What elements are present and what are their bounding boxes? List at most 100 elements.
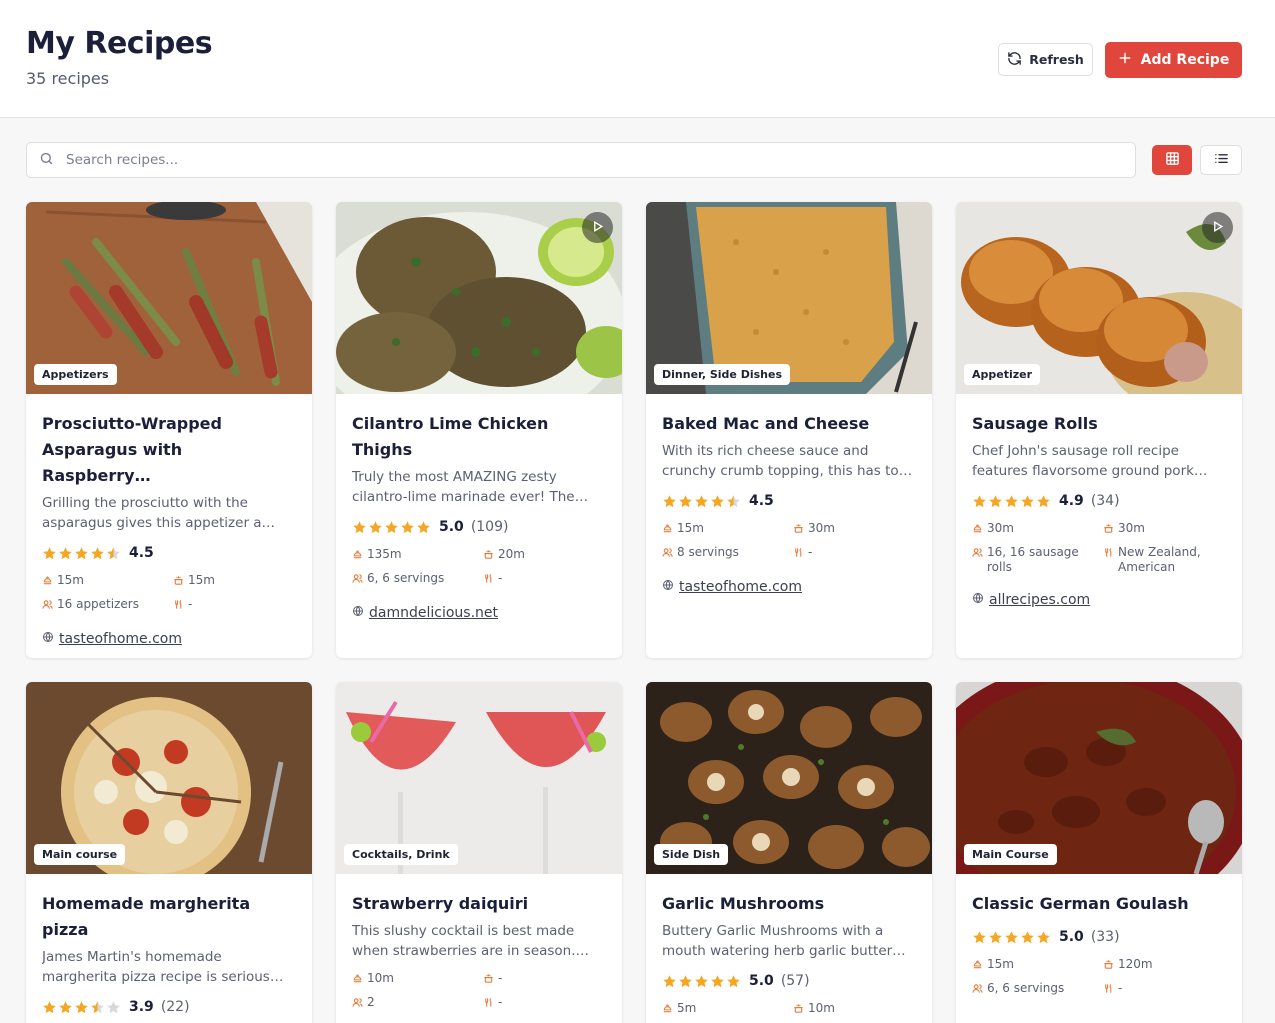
cook-time-icon: [483, 971, 494, 988]
refresh-label: Refresh: [1029, 52, 1084, 67]
play-icon: [1211, 218, 1224, 237]
rating-row: 4.5: [42, 543, 296, 563]
source-link[interactable]: damndelicious.net: [369, 605, 498, 621]
servings-icon: [662, 545, 673, 562]
recipe-card[interactable]: Appetizer Sausage Rolls Chef John's sausag…: [956, 202, 1242, 658]
recipe-image: Main course: [26, 682, 312, 887]
servings-icon: [352, 995, 363, 1012]
recipe-card[interactable]: Side Dish Garlic Mushrooms Buttery Garlic …: [646, 682, 932, 1023]
servings: 16 appetizers: [42, 597, 173, 614]
cuisine: -: [483, 995, 613, 1012]
recipe-description: James Martin's homemade margherita pizza …: [42, 949, 284, 985]
recipe-card[interactable]: Cocktails, Drink Strawberry daiquiri This …: [336, 682, 622, 1023]
star-icon: [75, 546, 88, 559]
recipe-meta: 5m 10m: [662, 1001, 916, 1018]
prep-time: 5m: [662, 1001, 793, 1018]
servings-icon: [352, 571, 363, 588]
star-icon: [1021, 494, 1034, 507]
recipe-title[interactable]: Cilantro Lime Chicken Thighs: [352, 411, 606, 463]
star-icon: [989, 930, 1002, 943]
play-video-button[interactable]: [582, 212, 613, 243]
prep-time-icon: [972, 957, 983, 974]
add-recipe-button[interactable]: Add Recipe: [1105, 42, 1242, 78]
rating-row: 4.9 (34): [972, 491, 1226, 511]
star-rating: [42, 546, 121, 561]
star-icon: [353, 520, 366, 533]
recipe-card[interactable]: Main course Homemade margherita pizza Jame…: [26, 682, 312, 1023]
recipe-title[interactable]: Garlic Mushrooms: [662, 891, 916, 917]
servings: 8 servings: [662, 545, 793, 562]
star-icon: [91, 1000, 104, 1013]
servings: 6, 6 servings: [972, 981, 1103, 998]
category-badge: Appetizer: [964, 364, 1041, 385]
prep-time-icon: [42, 573, 53, 590]
globe-icon: [42, 631, 54, 647]
star-icon: [1005, 930, 1018, 943]
recipe-source: tasteofhome.com: [42, 631, 296, 647]
recipe-title[interactable]: Baked Mac and Cheese: [662, 411, 916, 437]
star-icon: [711, 494, 724, 507]
play-video-button[interactable]: [1202, 212, 1233, 243]
star-icon: [43, 1000, 56, 1013]
list-view-toggle[interactable]: [1200, 145, 1242, 175]
recipe-title[interactable]: Strawberry daiquiri: [352, 891, 606, 917]
source-link[interactable]: tasteofhome.com: [59, 631, 182, 647]
category-badge: Dinner, Side Dishes: [654, 364, 790, 385]
review-count: (34): [1090, 493, 1120, 509]
cuisine-icon: [483, 571, 494, 588]
prep-time-icon: [662, 1001, 673, 1018]
star-icon: [369, 520, 382, 533]
recipe-description: Grilling the prosciutto with the asparagu…: [42, 495, 276, 531]
cook-time-icon: [793, 521, 804, 538]
cook-time-icon: [1103, 957, 1114, 974]
recipe-image: Dinner, Side Dishes: [646, 202, 932, 394]
recipe-card[interactable]: Dinner, Side Dishes Baked Mac and Cheese W…: [646, 202, 932, 658]
recipe-title[interactable]: Homemade margherita pizza: [42, 891, 296, 943]
rating-row: 5.0 (57): [662, 971, 916, 991]
star-icon: [695, 494, 708, 507]
servings-icon: [972, 545, 983, 562]
category-badge: Main course: [34, 844, 126, 865]
recipe-title[interactable]: Prosciutto-Wrapped Asparagus with Raspber…: [42, 411, 296, 489]
cuisine: -: [793, 545, 923, 562]
recipe-meta: 15m 15m 16 appetizers -: [42, 573, 296, 614]
servings: 6, 6 servings: [352, 571, 483, 588]
refresh-button[interactable]: Refresh: [998, 43, 1093, 76]
recipe-image: [336, 202, 622, 432]
source-link[interactable]: tasteofhome.com: [679, 579, 802, 595]
prep-time-icon: [352, 547, 363, 564]
star-icon: [385, 520, 398, 533]
recipe-source: tasteofhome.com: [662, 579, 916, 595]
category-badge: Cocktails, Drink: [344, 844, 458, 865]
recipe-card[interactable]: Appetizers Prosciutto-Wrapped Asparagus wi…: [26, 202, 312, 658]
recipe-card[interactable]: Cilantro Lime Chicken Thighs Truly the mo…: [336, 202, 622, 658]
star-icon: [695, 974, 708, 987]
cuisine: -: [173, 597, 303, 614]
cuisine: New Zealand, American: [1103, 545, 1233, 575]
recipe-image: Main Course: [956, 682, 1242, 922]
source-link[interactable]: allrecipes.com: [989, 592, 1090, 608]
cook-time-icon: [793, 1001, 804, 1018]
search-bar[interactable]: [26, 142, 1136, 178]
star-icon: [679, 974, 692, 987]
star-rating: [662, 494, 741, 509]
grid-view-toggle[interactable]: [1152, 145, 1192, 175]
recipe-title[interactable]: Sausage Rolls: [972, 411, 1226, 437]
cuisine-icon: [173, 597, 184, 614]
recipe-card[interactable]: Main Course Classic German Goulash 5.0 (33…: [956, 682, 1242, 1023]
star-icon: [679, 494, 692, 507]
page-header: My Recipes 35 recipes Refresh Add Recipe: [0, 0, 1275, 118]
star-icon: [401, 520, 414, 533]
rating-value: 4.5: [129, 545, 154, 561]
search-input[interactable]: [66, 152, 966, 168]
star-icon: [1037, 930, 1050, 943]
rating-value: 5.0: [749, 973, 774, 989]
rating-value: 4.9: [1059, 493, 1084, 509]
prep-time-icon: [662, 521, 673, 538]
recipe-title[interactable]: Classic German Goulash: [972, 891, 1226, 917]
globe-icon: [972, 592, 984, 608]
recipe-image: Cocktails, Drink: [336, 682, 622, 874]
star-icon: [75, 1000, 88, 1013]
cuisine-icon: [793, 545, 804, 562]
recipe-description: With its rich cheese sauce and crunchy cr…: [662, 443, 913, 479]
